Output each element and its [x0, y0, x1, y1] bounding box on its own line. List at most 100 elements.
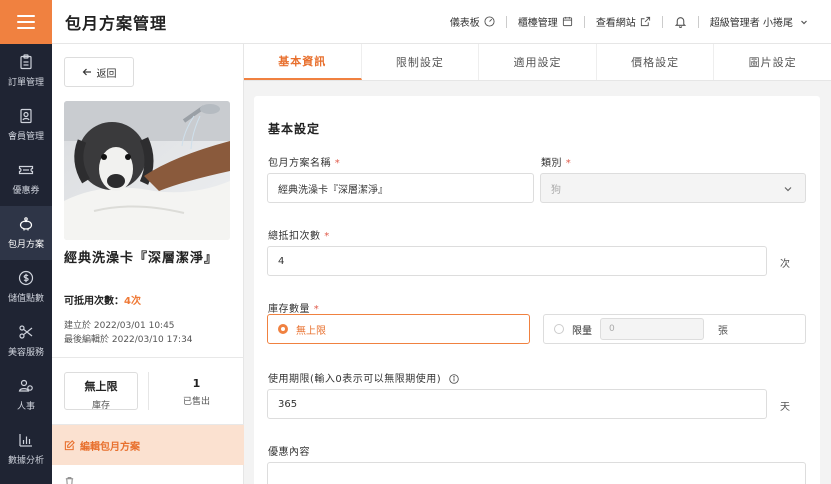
basic-settings-card: 基本設定 包月方案名稱 * 經典洗澡卡『深層潔淨』 類別 * 狗 總抵扣次數 *…: [254, 96, 820, 484]
sold-stat-value: 1: [192, 377, 201, 390]
deduct-count-label-text: 總抵扣次數: [268, 231, 321, 242]
stock-label: 庫存數量 *: [268, 300, 319, 315]
edit-plan-button[interactable]: 編輯包月方案: [52, 425, 244, 465]
dashboard-link[interactable]: 儀表板: [450, 14, 495, 29]
hamburger-icon: [17, 11, 35, 33]
edit-icon: [64, 439, 75, 450]
ticket-icon: [18, 165, 34, 175]
coin-icon: [18, 270, 34, 286]
category-label: 類別 *: [541, 154, 571, 169]
dashboard-label: 儀表板: [449, 18, 480, 29]
header-divider: [583, 15, 585, 28]
tab-pricing[interactable]: 價格設定: [597, 44, 715, 80]
uses-label: 可抵用次數：: [64, 296, 124, 307]
header-divider: [697, 15, 699, 28]
nav-item-label: 美容服務: [7, 348, 44, 358]
view-site-link[interactable]: 查看網站: [596, 14, 651, 29]
category-select[interactable]: 狗: [540, 173, 806, 203]
stock-unlimited-radio[interactable]: 無上限: [267, 314, 530, 344]
stock-limited-label: 限量: [572, 325, 592, 337]
counter-management-link[interactable]: 櫃檯管理: [518, 14, 573, 29]
external-link-icon: [640, 16, 650, 27]
scissors-icon: [19, 325, 33, 339]
nav-item-label: 優惠券: [12, 186, 40, 196]
nav-item-label: 包月方案: [7, 240, 44, 250]
required-mark: *: [324, 231, 330, 242]
stock-limited-radio[interactable]: 限量 0 張: [543, 314, 806, 344]
promo-label: 優惠內容: [268, 447, 310, 458]
stock-unit: 張: [718, 325, 728, 337]
tab-restrictions[interactable]: 限制設定: [362, 44, 480, 80]
nav-item-monthly-plans[interactable]: 包月方案: [0, 206, 52, 260]
uses-value: 4次: [124, 296, 141, 307]
nav-item-coupons[interactable]: 優惠券: [0, 152, 52, 206]
user-name: 超級管理者 小捲尾: [709, 18, 793, 29]
validity-input[interactable]: 365: [267, 389, 767, 419]
back-button[interactable]: 返回: [64, 57, 134, 87]
created-at: 建立於 2022/03/01 10:45: [64, 321, 175, 331]
edit-plan-label: 編輯包月方案: [80, 441, 140, 453]
menu-toggle-button[interactable]: [0, 0, 52, 44]
sidebar-nav: 訂單管理 會員管理 優惠券 包月方案 儲值點數 美容服務 人事 數據分析: [0, 0, 52, 484]
stock-stat: 無上限 庫存: [64, 372, 138, 411]
nav-item-staff[interactable]: 人事: [0, 368, 52, 422]
page-title: 包月方案管理: [65, 13, 168, 33]
calendar-icon: [562, 16, 572, 27]
plan-summary-panel: 返回 經典洗澡卡『深層潔淨』 可抵用次數：4次 建立於 2022/03/01 1…: [52, 44, 244, 484]
nav-item-stored-points[interactable]: 儲值點數: [0, 260, 52, 314]
nav-item-label: 人事: [16, 402, 35, 412]
promo-textarea[interactable]: [267, 462, 806, 484]
stock-stat-value: 無上限: [84, 380, 118, 393]
required-mark: *: [334, 158, 341, 169]
stock-limited-input[interactable]: 0: [600, 318, 704, 340]
plan-name-label: 包月方案名稱 *: [268, 154, 340, 169]
counter-management-label: 櫃檯管理: [517, 18, 558, 29]
nav-item-grooming[interactable]: 美容服務: [0, 314, 52, 368]
nav-item-members[interactable]: 會員管理: [0, 98, 52, 152]
deduct-unit: 次: [780, 259, 790, 270]
nav-item-orders[interactable]: 訂單管理: [0, 44, 52, 98]
section-title: 基本設定: [268, 122, 321, 136]
bell-icon[interactable]: [674, 15, 687, 28]
stock-unlimited-label: 無上限: [296, 325, 326, 337]
delete-plan-button[interactable]: [64, 476, 75, 484]
chevron-down-icon: [784, 187, 792, 192]
tab-images[interactable]: 圖片設定: [714, 44, 831, 80]
header-divider: [505, 15, 507, 28]
trash-icon: [65, 477, 74, 484]
plan-photo: [64, 101, 230, 240]
nav-item-analytics[interactable]: 數據分析: [0, 422, 52, 476]
required-mark: *: [565, 158, 572, 169]
view-site-label: 查看網站: [595, 18, 636, 29]
bar-chart-icon: [19, 434, 32, 447]
edited-at: 最後編輯於 2022/03/10 17:34: [64, 335, 193, 345]
nav-item-label: 數據分析: [7, 456, 44, 466]
uses-summary: 可抵用次數：4次: [64, 292, 141, 307]
deduct-count-input[interactable]: 4: [267, 246, 767, 276]
category-label-text: 類別: [541, 158, 562, 169]
user-menu[interactable]: 超級管理者 小捲尾: [710, 14, 809, 29]
stock-stat-label: 庫存: [91, 401, 110, 411]
gauge-icon: [484, 16, 495, 27]
plan-meta: 建立於 2022/03/01 10:45 最後編輯於 2022/03/10 17…: [64, 319, 193, 347]
staff-icon: [18, 379, 33, 392]
tab-applicability[interactable]: 適用設定: [479, 44, 597, 80]
panel-divider: [52, 357, 244, 358]
chevron-down-icon: [801, 20, 807, 24]
tab-bar: 基本資訊 限制設定 適用設定 價格設定 圖片設定: [244, 44, 831, 81]
back-label: 返回: [96, 68, 117, 80]
top-header: 包月方案管理 儀表板 櫃檯管理 查看網站 超級管理者 小捲尾: [52, 0, 831, 44]
category-value: 狗: [551, 184, 561, 196]
header-divider: [661, 15, 663, 28]
clipboard-icon: [20, 54, 32, 70]
nav-item-label: 會員管理: [7, 132, 44, 142]
plan-name: 經典洗澡卡『深層潔淨』: [64, 251, 219, 266]
plan-name-input[interactable]: 經典洗澡卡『深層潔淨』: [267, 173, 534, 203]
info-icon[interactable]: [449, 374, 459, 384]
arrow-left-icon: [82, 68, 91, 76]
sold-stat: 1 已售出: [148, 372, 244, 410]
validity-unit: 天: [780, 402, 790, 413]
tab-basic-info[interactable]: 基本資訊: [244, 44, 362, 80]
piggy-bank-icon: [19, 217, 33, 231]
sold-stat-label: 已售出: [182, 397, 210, 407]
